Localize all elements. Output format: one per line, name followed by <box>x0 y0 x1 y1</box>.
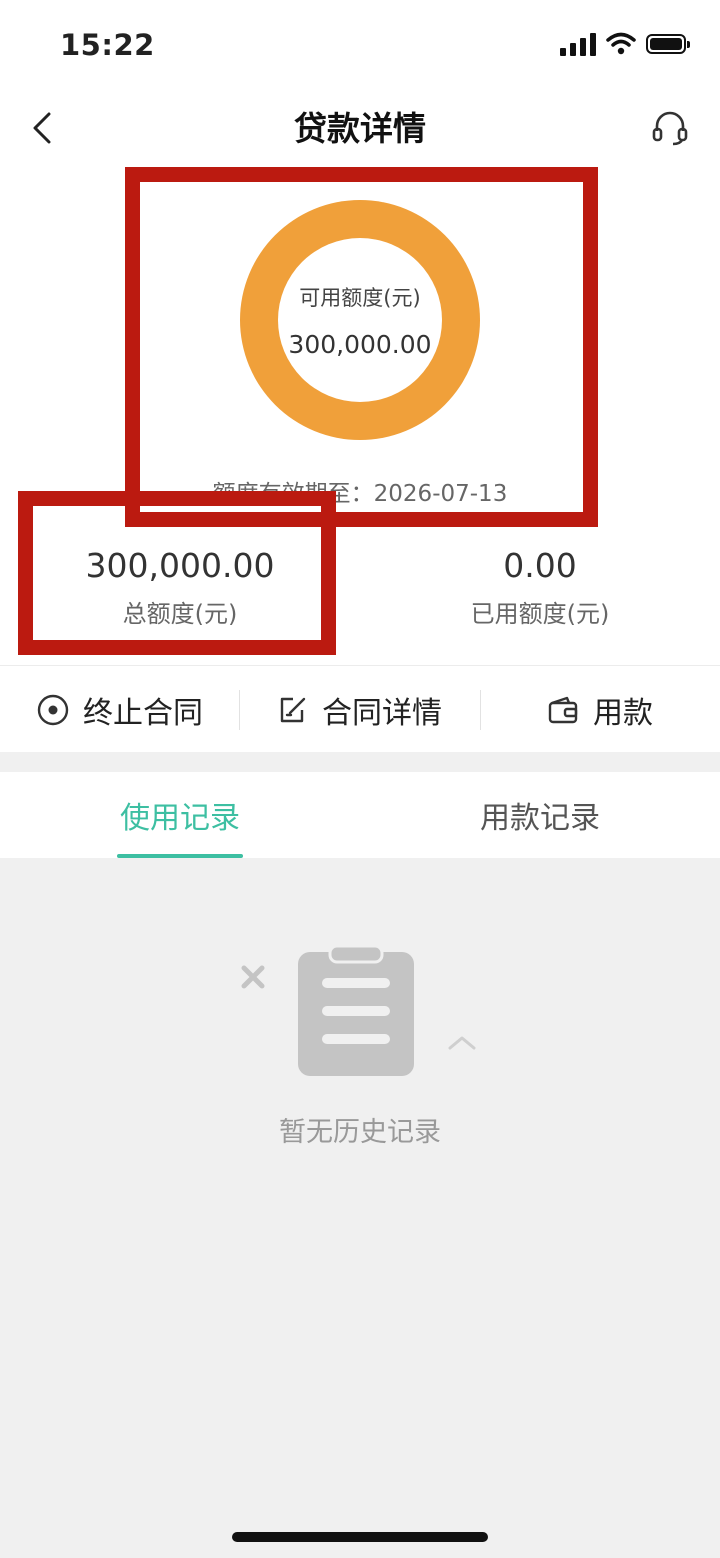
battery-icon <box>646 34 690 54</box>
used-credit-label: 已用额度(元) <box>470 600 610 628</box>
home-indicator[interactable] <box>232 1532 488 1542</box>
status-bar: 15:22 <box>0 0 720 90</box>
available-credit-ring <box>240 200 480 440</box>
terminate-contract-button[interactable]: 终止合同 <box>0 668 240 752</box>
available-credit-value: 300,000.00 <box>288 330 432 359</box>
wallet-icon <box>548 696 578 724</box>
empty-state-illustration <box>236 944 486 1094</box>
empty-state-text: 暂无历史记录 <box>279 1117 441 1148</box>
nav-bar: 贷款详情 <box>0 90 720 166</box>
tab-usage-records[interactable]: 使用记录 <box>0 772 360 858</box>
wifi-icon <box>606 32 636 55</box>
total-credit: 300,000.00 总额度(元) <box>0 546 360 629</box>
withdraw-label: 用款 <box>593 696 653 731</box>
contract-details-label: 合同详情 <box>322 696 442 731</box>
clipboard-icon <box>241 944 476 1076</box>
tab-withdrawal-records[interactable]: 用款记录 <box>360 772 720 858</box>
withdraw-button[interactable]: 用款 <box>480 668 720 752</box>
status-icons <box>560 32 690 56</box>
records-tabs: 使用记录 用款记录 <box>0 772 720 858</box>
total-credit-value: 300,000.00 <box>85 546 275 585</box>
status-time: 15:22 <box>60 28 155 62</box>
customer-service-button[interactable] <box>646 106 694 150</box>
page-title: 贷款详情 <box>294 109 426 148</box>
terminate-contract-label: 终止合同 <box>83 696 203 731</box>
contract-details-button[interactable]: 合同详情 <box>240 668 480 752</box>
headset-icon <box>652 111 688 146</box>
available-credit-label: 可用额度(元) <box>299 286 421 310</box>
used-credit: 0.00 已用额度(元) <box>360 546 720 629</box>
edit-document-icon <box>280 697 306 723</box>
signal-icon <box>560 32 596 56</box>
total-credit-label: 总额度(元) <box>122 600 238 628</box>
action-bar: 终止合同 合同详情 用款 <box>0 668 720 752</box>
divider <box>0 665 720 666</box>
used-credit-value: 0.00 <box>503 546 577 585</box>
stop-circle-icon <box>37 694 69 726</box>
credit-validity: 额度有效期至：2026-07-13 <box>212 481 508 507</box>
active-tab-indicator <box>117 854 243 858</box>
